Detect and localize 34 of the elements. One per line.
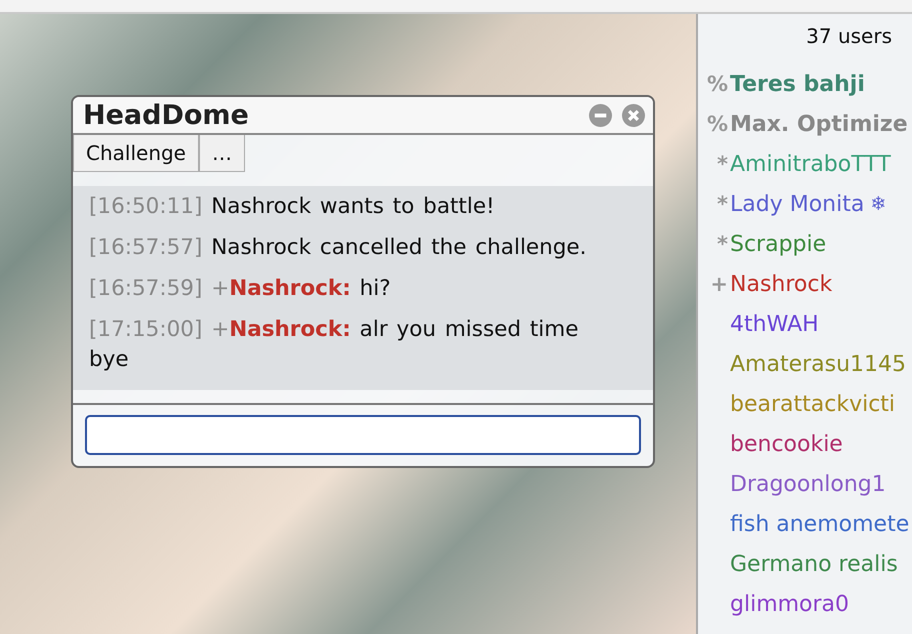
- username[interactable]: bencookie: [730, 432, 843, 456]
- username[interactable]: Germano realis: [730, 552, 898, 576]
- toolbar-button[interactable]: …: [199, 135, 245, 172]
- status-symbol: ❄: [870, 193, 886, 215]
- username[interactable]: bearattackvicti: [730, 392, 896, 416]
- username[interactable]: Max. Optimize: [730, 112, 908, 136]
- username[interactable]: Scrappie: [730, 232, 826, 256]
- chat-message: [17:15:00] +Nashrock: alr you missed time bye: [89, 316, 580, 374]
- user-rank: *: [716, 192, 728, 216]
- minimize-icon[interactable]: [589, 104, 612, 126]
- user-rank: *: [716, 232, 728, 256]
- user-rank: *: [716, 152, 728, 176]
- timestamp: [16:57:57]: [89, 235, 202, 260]
- toolbar-button[interactable]: Challenge: [73, 135, 199, 172]
- username[interactable]: Dragoonlong1: [730, 472, 886, 496]
- username[interactable]: AminitraboTTT: [730, 152, 891, 176]
- username[interactable]: Lady Monita: [730, 192, 864, 216]
- username[interactable]: Amaterasu1145: [730, 352, 906, 376]
- username[interactable]: Nashrock: [730, 272, 832, 296]
- username[interactable]: 4thWAH: [730, 312, 819, 336]
- user-count: 37 users: [806, 24, 892, 48]
- username[interactable]: Teres bahji: [730, 72, 865, 96]
- timestamp: [16:50:11]: [89, 194, 202, 219]
- system-message: Nashrock wants to battle!: [211, 194, 495, 219]
- user-rank: %: [706, 72, 728, 96]
- close-icon[interactable]: [622, 104, 645, 126]
- user-rank: %: [706, 112, 728, 136]
- user-rank: +: [709, 272, 728, 296]
- username[interactable]: glimmora0: [730, 592, 850, 616]
- username[interactable]: fish anemomete: [730, 512, 910, 536]
- chat-message: [16:57:59] +Nashrock: hi?: [89, 275, 392, 303]
- system-message: Nashrock cancelled the challenge.: [211, 235, 586, 260]
- window-title: HeadDome: [83, 100, 249, 130]
- message-input[interactable]: [85, 415, 641, 455]
